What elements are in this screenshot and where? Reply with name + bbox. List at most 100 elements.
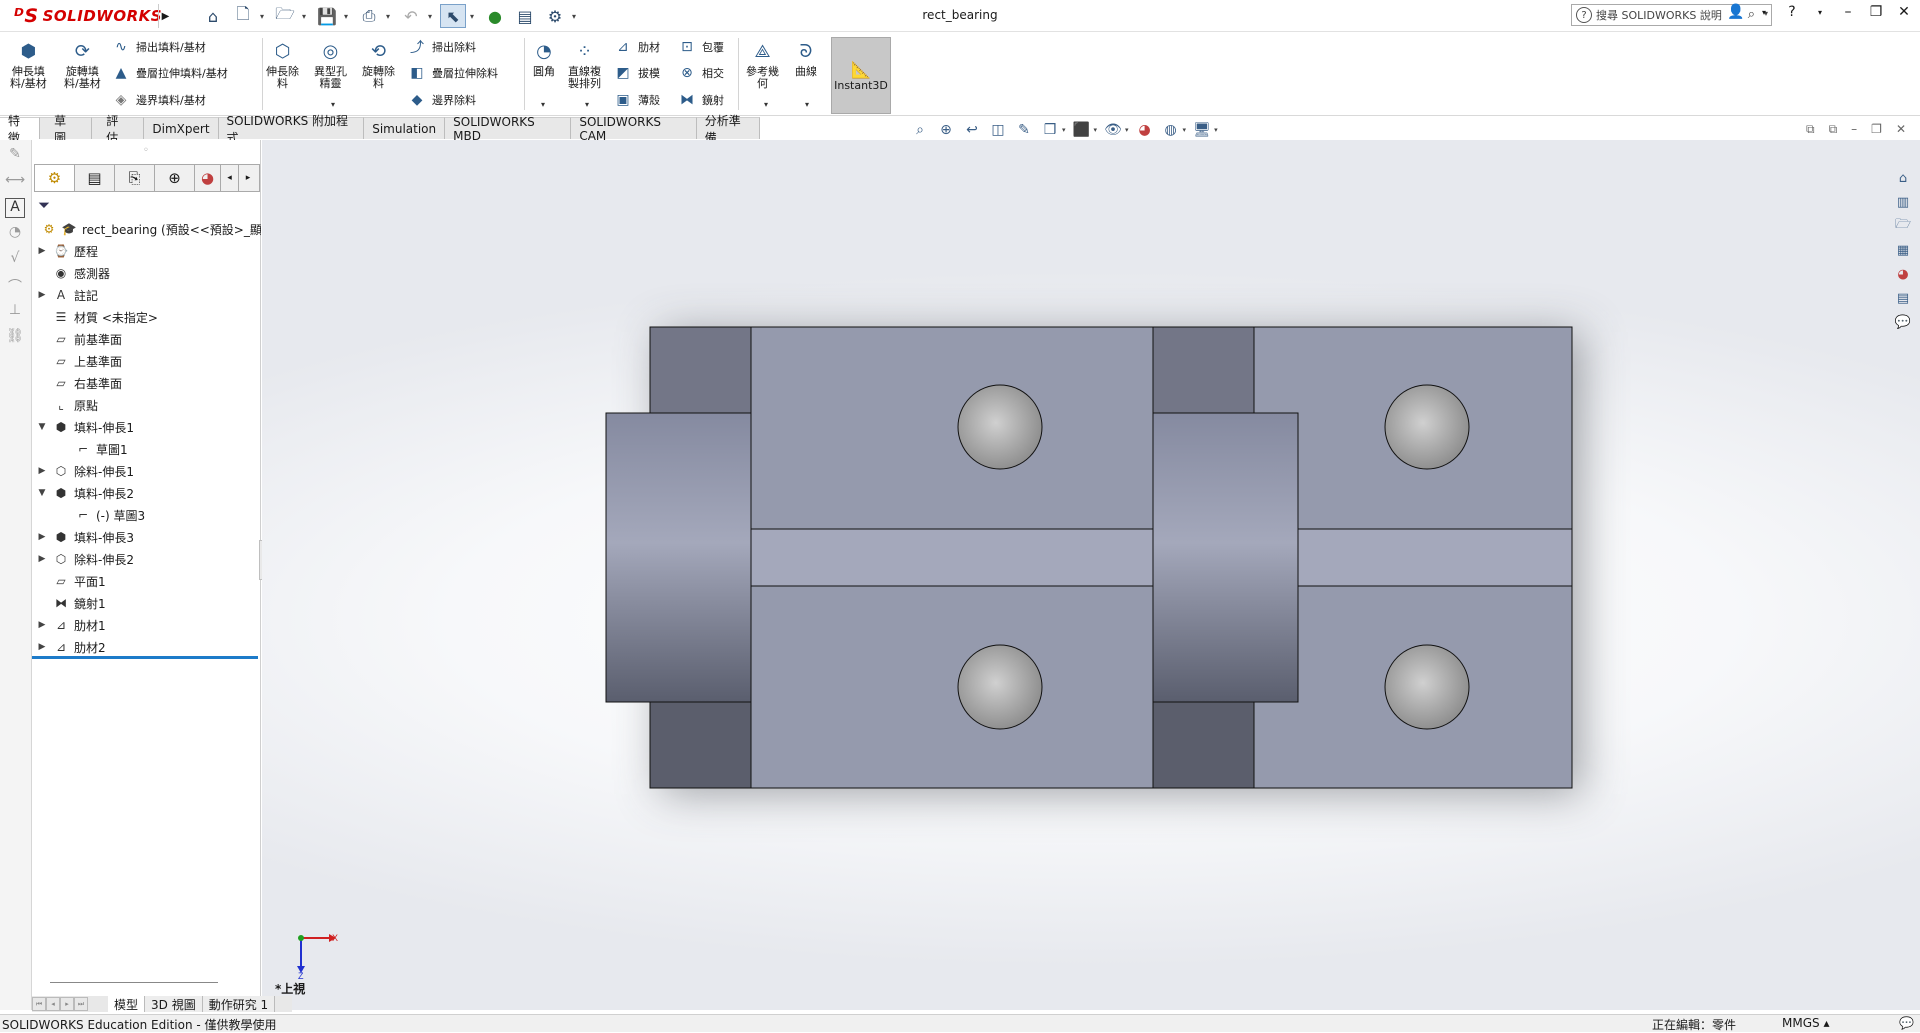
panel-tab-scroll-right-icon[interactable]: ▸ — [239, 165, 257, 191]
view-orientation-icon[interactable]: ❒ — [1040, 121, 1060, 139]
tab-dimxpert[interactable]: DimXpert — [144, 117, 219, 139]
display-manager-tab-icon[interactable]: ◕ — [195, 165, 221, 191]
design-library-icon[interactable]: ▥ — [1893, 192, 1913, 212]
unit-system-selector[interactable]: MMGS ▴ — [1782, 1016, 1829, 1030]
tree-expand-icon[interactable]: ▶ — [36, 246, 48, 256]
search-input[interactable]: 搜尋 SOLIDWORKS 說明 — [1596, 7, 1722, 23]
view-orientation-dropdown-icon[interactable]: ▾ — [1062, 126, 1066, 134]
scene-dropdown-icon[interactable]: ▾ — [1183, 126, 1187, 134]
tree-expand-icon[interactable]: ▶ — [36, 642, 48, 652]
dynamic-annotation-icon[interactable]: ✎ — [1014, 121, 1034, 139]
curves-button[interactable]: ᘐ 曲線 — [794, 40, 818, 78]
feature-manager-tab-icon[interactable]: ⚙ — [35, 165, 75, 191]
configuration-manager-tab-icon[interactable]: ⎘ — [115, 165, 155, 191]
part-model[interactable] — [262, 140, 1920, 1010]
property-manager-tab-icon[interactable]: ▤ — [75, 165, 115, 191]
tree-root[interactable]: ⚙ 🎓 rect_bearing (預設<<預設>_顯示 — [32, 218, 261, 240]
tree-item[interactable]: ⌐ 草圖1 — [32, 438, 261, 460]
edit-appearance-icon[interactable]: ◕ — [1135, 121, 1155, 139]
tree-expand-icon[interactable]: ▼ — [36, 488, 48, 498]
panel-grip-icon[interactable]: ◦ — [32, 140, 260, 160]
tree-expand-icon[interactable]: ▶ — [36, 466, 48, 476]
view-settings-dropdown-icon[interactable]: ▾ — [1214, 126, 1218, 134]
filter-icon[interactable]: ⏷ — [38, 196, 50, 214]
tile-left-icon[interactable]: ⧉ — [1806, 122, 1815, 137]
tab-3d-views[interactable]: 3D 視圖 — [145, 996, 203, 1012]
panel-horizontal-scrollbar[interactable] — [50, 982, 218, 983]
solidworks-resources-icon[interactable]: ⌂ — [1893, 168, 1913, 188]
hole-wizard-dropdown-icon[interactable]: ▾ — [331, 100, 335, 109]
tree-expand-icon[interactable]: ▶ — [36, 554, 48, 564]
tab-evaluate[interactable]: 評估 — [92, 114, 145, 145]
tree-item[interactable]: ▱ 前基準面 — [32, 328, 261, 350]
hole-wizard-button[interactable]: ◎ 異型孔 精靈 — [314, 40, 347, 90]
tree-item[interactable]: ▶ ⬢ 填料-伸長3 — [32, 526, 261, 548]
previous-view-icon[interactable]: ↩ — [962, 121, 982, 139]
file-explorer-icon[interactable]: 🗁 — [1893, 216, 1913, 236]
graphics-viewport[interactable] — [262, 140, 1920, 1010]
smart-dimension-icon[interactable]: ⟷ — [5, 172, 25, 192]
user-account-icon[interactable]: 👤 — [1726, 4, 1746, 20]
tree-item[interactable]: ⌐ (-) 草圖3 — [32, 504, 261, 526]
custom-properties-icon[interactable]: ▤ — [1893, 288, 1913, 308]
boundary-boss-button[interactable]: ◈ 邊界填料/基材 — [112, 91, 206, 109]
lofted-boss-button[interactable]: ▲ 疊層拉伸填料/基材 — [112, 64, 228, 82]
view-settings-icon[interactable]: 🖥 — [1192, 121, 1212, 139]
tree-item[interactable]: ⌞ 原點 — [32, 394, 261, 416]
reference-geometry-button[interactable]: ⟁ 參考幾 何 — [746, 40, 779, 90]
curves-dropdown-icon[interactable]: ▾ — [805, 100, 809, 109]
tab-addins[interactable]: SOLIDWORKS 附加程式 — [218, 114, 365, 145]
intersect-button[interactable]: ⊗ 相交 — [678, 64, 724, 82]
doc-close-icon[interactable]: ✕ — [1896, 122, 1906, 137]
draft-button[interactable]: ◩ 拔模 — [614, 64, 660, 82]
close-icon[interactable]: ✕ — [1894, 4, 1914, 20]
help-dropdown-icon[interactable]: ▾ — [1810, 8, 1830, 17]
tree-expand-icon[interactable]: ▼ — [36, 422, 48, 432]
link-icon[interactable]: ⛓ — [5, 328, 25, 348]
extrude-cut-button[interactable]: ⬡ 伸長除 料 — [266, 40, 299, 90]
panel-tab-scroll-left-icon[interactable]: ◂ — [221, 165, 239, 191]
tree-item[interactable]: ▶ ⬡ 除料-伸長2 — [32, 548, 261, 570]
extrude-boss-button[interactable]: ⬢ 伸長填 料/基材 — [10, 40, 47, 90]
tab-mbd[interactable]: SOLIDWORKS MBD — [445, 115, 572, 143]
tree-item[interactable]: ▱ 平面1 — [32, 570, 261, 592]
tile-right-icon[interactable]: ⧉ — [1829, 122, 1838, 137]
doc-restore-icon[interactable]: ❐ — [1871, 122, 1882, 137]
view-palette-icon[interactable]: ▦ — [1893, 240, 1913, 260]
tab-features[interactable]: 特徵 — [0, 114, 41, 145]
tree-item[interactable]: ▶ ⌚ 歷程 — [32, 240, 261, 262]
fillet-button[interactable]: ◔ 圓角 — [532, 40, 556, 78]
section-view-icon[interactable]: ◫ — [988, 121, 1008, 139]
display-style-icon[interactable]: ⬛ — [1072, 121, 1092, 139]
tree-item[interactable]: ▱ 上基準面 — [32, 350, 261, 372]
tree-item[interactable]: ▼ ⬢ 填料-伸長2 — [32, 482, 261, 504]
forum-icon[interactable]: 💬 — [1893, 312, 1913, 332]
doc-minimize-icon[interactable]: – — [1851, 122, 1857, 137]
tree-item[interactable]: ▶ A 註記 — [32, 284, 261, 306]
tree-expand-icon[interactable]: ▶ — [36, 620, 48, 630]
swept-boss-button[interactable]: ∿ 掃出填料/基材 — [112, 38, 206, 56]
boundary-cut-button[interactable]: ◆ 邊界除料 — [408, 91, 476, 109]
tree-item[interactable]: ▶ ⊿ 肋材1 — [32, 614, 261, 636]
next-tab-icon[interactable]: ▸ — [60, 997, 74, 1011]
tree-item[interactable]: ▶ ⬡ 除料-伸長1 — [32, 460, 261, 482]
tab-motion-study[interactable]: 動作研究 1 — [202, 996, 276, 1012]
sketch-tool-icon[interactable]: ✎ — [5, 146, 25, 166]
help-question-icon[interactable]: ? — [1782, 4, 1802, 20]
tree-item[interactable]: ◉ 感測器 — [32, 262, 261, 284]
first-tab-icon[interactable]: ⏮ — [32, 997, 46, 1011]
datum-icon[interactable]: ⊥ — [5, 302, 25, 322]
shell-button[interactable]: ▣ 薄殼 — [614, 91, 660, 109]
prev-tab-icon[interactable]: ◂ — [46, 997, 60, 1011]
revolve-cut-button[interactable]: ⟲ 旋轉除 料 — [362, 40, 395, 90]
tree-item[interactable]: ▼ ⬢ 填料-伸長1 — [32, 416, 261, 438]
tree-item[interactable]: ▶ ⊿ 肋材2 — [32, 636, 261, 658]
wrap-button[interactable]: ⊡ 包覆 — [678, 38, 724, 56]
zoom-to-area-icon[interactable]: ⊕ — [936, 121, 956, 139]
hide-show-items-icon[interactable]: 👁 — [1103, 121, 1123, 139]
linear-pattern-dropdown-icon[interactable]: ▾ — [585, 100, 589, 109]
user-dropdown-icon[interactable]: ▾ — [1754, 8, 1774, 17]
appearances-icon[interactable]: ◕ — [1893, 264, 1913, 284]
lofted-cut-button[interactable]: ◧ 疊層拉伸除料 — [408, 64, 498, 82]
tree-expand-icon[interactable]: ▶ — [36, 532, 48, 542]
